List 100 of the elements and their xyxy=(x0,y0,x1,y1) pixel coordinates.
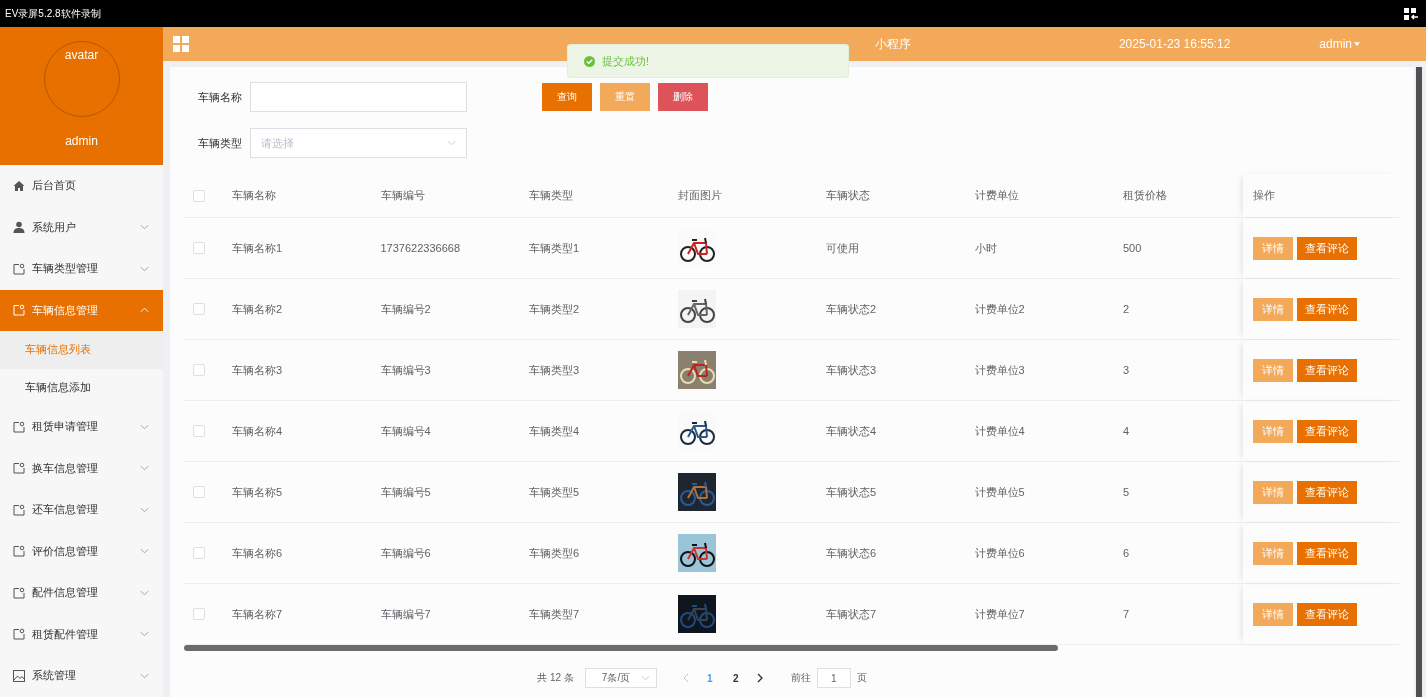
table-cell: 2 xyxy=(1123,303,1130,315)
caret-icon xyxy=(1354,42,1360,46)
grid-icon[interactable] xyxy=(173,36,189,52)
checkbox[interactable] xyxy=(193,364,205,376)
table-cell: 车辆编号3 xyxy=(380,362,431,378)
column-header: 封面图片 xyxy=(677,188,722,203)
column-header: 租赁价格 xyxy=(1123,188,1167,203)
table-cell: 车辆编号2 xyxy=(380,301,431,317)
checkbox[interactable] xyxy=(193,608,205,620)
details-button[interactable]: 详情 xyxy=(1253,358,1293,382)
table-cell: 3 xyxy=(1123,364,1130,376)
document-icon xyxy=(13,304,25,317)
table-cell: 车辆名称7 xyxy=(232,606,283,622)
action-button[interactable]: 删除 xyxy=(658,83,708,111)
page-button[interactable]: 2 xyxy=(722,672,749,684)
next-icon[interactable] xyxy=(756,673,763,683)
action-button[interactable]: 查询 xyxy=(542,83,592,111)
table-cell: 车辆名称5 xyxy=(232,484,283,500)
select-field[interactable]: 请选择 xyxy=(250,128,467,158)
details-button[interactable]: 详情 xyxy=(1253,297,1293,321)
menu-item[interactable]: 配件信息管理 xyxy=(0,572,163,614)
table-cell: 车辆类型6 xyxy=(529,545,580,561)
table-cell: 车辆名称1 xyxy=(232,240,283,256)
success-icon xyxy=(584,55,595,67)
reviews-button[interactable]: 查看评论 xyxy=(1297,480,1357,504)
image-icon xyxy=(13,669,25,682)
user-menu[interactable]: admin xyxy=(1319,37,1360,51)
document-icon xyxy=(13,503,25,516)
document-icon xyxy=(13,545,25,558)
checkbox[interactable] xyxy=(193,547,205,559)
chevron-icon xyxy=(140,224,149,231)
menu-item[interactable]: 系统用户 xyxy=(0,206,163,248)
reviews-button[interactable]: 查看评论 xyxy=(1297,236,1357,260)
column-header: 车辆状态 xyxy=(826,188,870,203)
document-icon xyxy=(13,262,25,275)
scrollbar[interactable] xyxy=(184,645,1058,651)
previous-icon[interactable] xyxy=(682,673,689,683)
reviews-button[interactable]: 查看评论 xyxy=(1297,602,1357,626)
toast-message: 提交成功! xyxy=(602,53,650,69)
menu-item[interactable]: 还车信息管理 xyxy=(0,489,163,531)
menu-item[interactable]: 租赁配件管理 xyxy=(0,613,163,655)
details-button[interactable]: 详情 xyxy=(1253,602,1293,626)
table-cell: 车辆名称2 xyxy=(232,301,283,317)
menu-item[interactable]: 换车信息管理 xyxy=(0,447,163,489)
field-label: 车辆类型 xyxy=(197,135,243,151)
reviews-button[interactable]: 查看评论 xyxy=(1297,419,1357,443)
menu-item[interactable]: 后台首页 xyxy=(0,165,163,207)
column-header: 车辆编号 xyxy=(380,188,425,203)
checkbox[interactable] xyxy=(193,486,205,498)
table-cell: 车辆名称4 xyxy=(232,423,283,439)
menu-item[interactable]: 系统管理 xyxy=(0,655,163,697)
datetime: 2025-01-23 16:55:12 xyxy=(1118,37,1231,51)
table-cell: 车辆状态6 xyxy=(826,545,877,561)
user-icon xyxy=(13,221,25,234)
table-cell: 车辆类型5 xyxy=(529,484,580,500)
table-cell: 车辆状态3 xyxy=(826,362,877,378)
details-button[interactable]: 详情 xyxy=(1253,236,1293,260)
table-cell: 车辆类型3 xyxy=(529,362,580,378)
document-icon xyxy=(13,628,25,641)
table-cell: 计费单位4 xyxy=(974,423,1025,439)
chevron-icon xyxy=(140,465,149,472)
chevron-icon xyxy=(140,672,149,679)
total-count: 共 12 条 xyxy=(537,671,574,685)
reviews-button[interactable]: 查看评论 xyxy=(1297,297,1357,321)
reviews-button[interactable]: 查看评论 xyxy=(1297,541,1357,565)
column-header: 计费单位 xyxy=(974,188,1019,203)
chevron-icon xyxy=(140,589,149,596)
app-title: 小程序 xyxy=(874,35,911,53)
action-button[interactable]: 重置 xyxy=(600,83,650,111)
details-button[interactable]: 详情 xyxy=(1253,541,1293,565)
details-button[interactable]: 详情 xyxy=(1253,419,1293,443)
table-cell: 车辆状态4 xyxy=(826,423,877,439)
menu-item[interactable]: 评价信息管理 xyxy=(0,530,163,572)
reviews-button[interactable]: 查看评论 xyxy=(1297,358,1357,382)
table-cell: 车辆名称6 xyxy=(232,545,283,561)
checkbox[interactable] xyxy=(193,303,205,315)
input-field[interactable] xyxy=(250,82,467,112)
menu-item[interactable]: 租赁申请管理 xyxy=(0,406,163,448)
table-cell: 车辆类型4 xyxy=(529,423,580,439)
table-cell: 车辆类型2 xyxy=(529,301,580,317)
submenu-item[interactable]: 车辆信息列表 xyxy=(0,331,163,369)
menu-item[interactable]: 车辆信息管理 xyxy=(0,289,163,331)
menu-item[interactable]: 车辆类型管理 xyxy=(0,248,163,290)
details-button[interactable]: 详情 xyxy=(1253,480,1293,504)
table-cell: 计费单位3 xyxy=(974,362,1025,378)
checkbox[interactable] xyxy=(193,425,205,437)
document-icon xyxy=(13,462,25,475)
home-icon xyxy=(13,179,25,192)
page-input[interactable]: 1 xyxy=(816,668,851,688)
submenu-item[interactable]: 车辆信息添加 xyxy=(0,368,163,406)
checkbox[interactable] xyxy=(193,242,205,254)
table-cell: 车辆编号7 xyxy=(380,606,431,622)
window-toggle-icon[interactable] xyxy=(1404,7,1418,20)
page-button[interactable]: 1 xyxy=(696,672,723,684)
checkbox[interactable] xyxy=(193,189,205,202)
page-size-select[interactable]: 7条/页 xyxy=(584,668,657,688)
table-cell: 500 xyxy=(1123,242,1142,254)
username: admin xyxy=(65,134,98,148)
table-cell: 4 xyxy=(1123,425,1130,437)
table-cell: 可使用 xyxy=(826,240,859,256)
